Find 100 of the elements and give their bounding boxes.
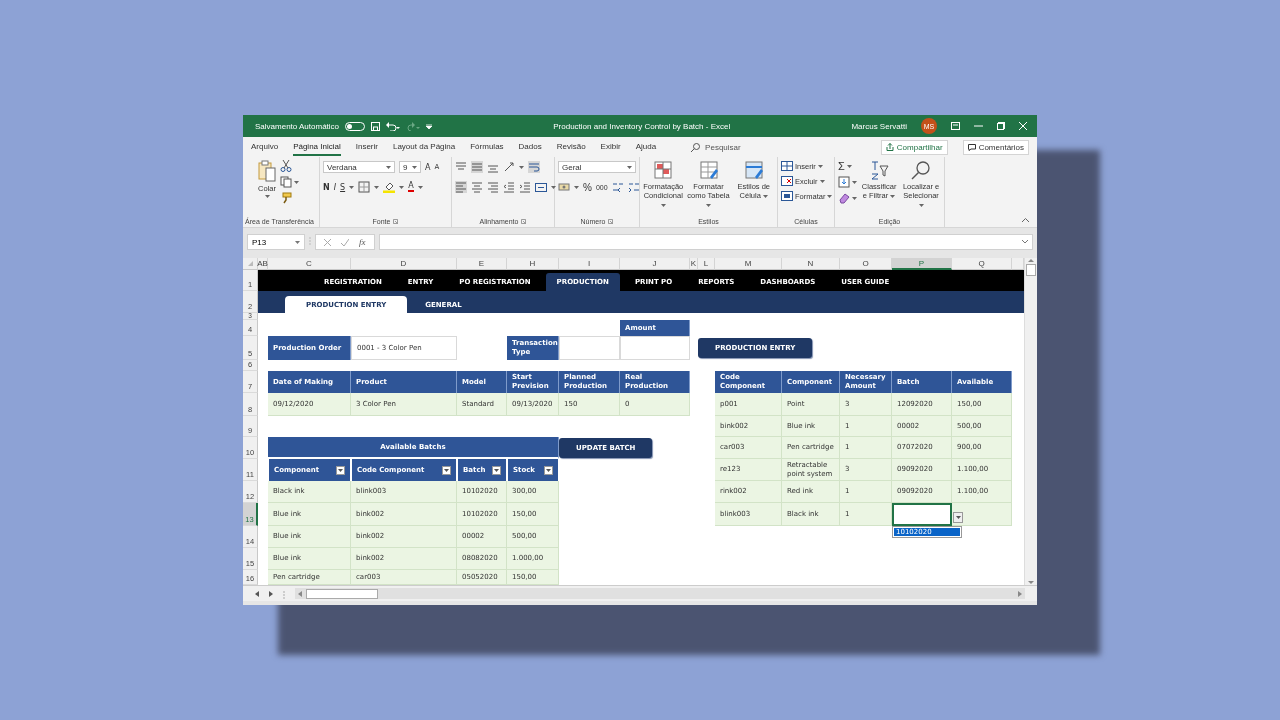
caret-icon	[819, 179, 825, 183]
wrap-text-icon[interactable]	[528, 161, 540, 173]
increase-font-button[interactable]: A	[425, 162, 431, 172]
align-top-icon[interactable]	[455, 161, 467, 173]
scroll-thumb[interactable]	[306, 588, 378, 599]
copy-icon[interactable]	[280, 176, 292, 188]
autosave-label: Salvamento Automático	[255, 121, 340, 131]
filter-button[interactable]	[492, 465, 501, 475]
scroll-right-icon[interactable]	[1018, 590, 1022, 597]
ribbon-tab[interactable]: Inserir	[355, 138, 378, 156]
column-header[interactable]: E	[457, 258, 507, 270]
caret-icon	[706, 204, 711, 207]
comments-button[interactable]: Comentários	[962, 139, 1029, 155]
search-icon[interactable]	[691, 142, 701, 152]
caret-icon	[890, 195, 896, 198]
user-name: Marcus Servatti	[851, 121, 907, 131]
ribbon-display-icon[interactable]	[951, 122, 960, 130]
dialog-launcher-icon[interactable]	[608, 218, 614, 224]
ribbon-tab[interactable]: Fórmulas	[470, 138, 504, 156]
align-middle-icon[interactable]	[471, 161, 483, 173]
filter-button[interactable]	[336, 465, 345, 475]
caret-icon	[349, 185, 355, 189]
merge-cells-icon[interactable]	[535, 181, 547, 193]
font-size-field[interactable]: 9	[399, 161, 421, 173]
scroll-up-icon[interactable]	[1028, 258, 1034, 262]
dropdown-button[interactable]	[953, 512, 963, 523]
decrease-indent-icon[interactable]	[503, 181, 515, 193]
ribbon-tab[interactable]: Exibir	[600, 138, 621, 156]
column-header[interactable]: O	[840, 258, 892, 270]
column-header[interactable]: M	[715, 258, 782, 270]
align-right-icon[interactable]	[487, 181, 499, 193]
insert-function-button[interactable]: fx	[359, 237, 366, 247]
filter-button[interactable]	[442, 465, 451, 475]
caret-icon	[660, 204, 666, 207]
ribbon-tab[interactable]: Ajuda	[635, 138, 657, 156]
column-header[interactable]: L	[698, 258, 715, 270]
maximize-icon[interactable]	[997, 122, 1005, 130]
enter-icon[interactable]	[341, 238, 349, 246]
name-box[interactable]: P13	[247, 234, 305, 250]
customize-toolbar-icon[interactable]	[426, 123, 433, 129]
eraser-icon[interactable]	[838, 192, 850, 204]
ribbon-tab[interactable]: Dados	[518, 138, 542, 156]
filter-button[interactable]	[544, 465, 553, 475]
italic-button[interactable]: I	[333, 182, 337, 192]
column-header[interactable]: C	[268, 258, 351, 270]
ribbon-tab[interactable]: Revisão	[556, 138, 586, 156]
dialog-launcher-icon[interactable]	[521, 218, 527, 224]
sheet-next-icon[interactable]	[269, 590, 273, 597]
scroll-left-icon[interactable]	[298, 590, 302, 597]
borders-icon[interactable]	[358, 181, 371, 193]
caret-icon	[338, 468, 343, 472]
redo-icon[interactable]	[406, 121, 421, 131]
increase-indent-icon[interactable]	[519, 181, 531, 193]
increase-decimal-icon[interactable]	[611, 181, 624, 193]
input-field[interactable]	[559, 336, 620, 360]
decrease-decimal-icon[interactable]	[627, 181, 640, 193]
align-center-icon[interactable]	[471, 181, 483, 193]
ribbon-tab[interactable]: Página Inicial	[293, 138, 341, 156]
currency-icon[interactable]	[558, 181, 570, 193]
minimize-icon[interactable]	[974, 122, 983, 130]
cut-icon[interactable]	[280, 160, 292, 172]
autosum-button[interactable]: Σ	[838, 160, 845, 172]
comment-icon	[967, 143, 976, 151]
caret-icon	[955, 516, 961, 519]
input-field[interactable]	[620, 336, 690, 360]
share-button[interactable]: Compartilhar	[880, 139, 948, 155]
number-format-field[interactable]: Geral	[558, 161, 636, 173]
expand-formula-icon[interactable]	[1022, 240, 1028, 244]
search-field[interactable]: Pesquisar	[705, 142, 741, 152]
format-painter-icon[interactable]	[280, 192, 292, 204]
orientation-icon[interactable]	[503, 161, 515, 173]
column-header[interactable]: I	[559, 258, 620, 270]
collapse-ribbon-icon[interactable]	[1022, 218, 1029, 222]
cells-icon	[781, 190, 793, 202]
font-name-field[interactable]: Verdana	[323, 161, 395, 173]
ribbon-tab[interactable]: Layout da Página	[392, 138, 456, 156]
underline-button[interactable]: S	[340, 182, 346, 192]
sheet-prev-icon[interactable]	[255, 590, 259, 597]
selected-cell[interactable]	[892, 503, 952, 526]
close-icon[interactable]	[1019, 122, 1027, 130]
cancel-icon[interactable]	[324, 238, 331, 246]
ribbon-tab[interactable]: Arquivo	[251, 138, 279, 156]
bold-button[interactable]: N	[323, 182, 330, 192]
column-header[interactable]: H	[507, 258, 559, 270]
scroll-thumb[interactable]	[1026, 264, 1036, 276]
align-left-icon[interactable]	[455, 181, 467, 193]
undo-icon[interactable]	[386, 121, 401, 131]
fill-color-icon[interactable]	[383, 181, 396, 193]
column-header[interactable]: D	[351, 258, 457, 270]
column-header[interactable]: Q	[952, 258, 1012, 270]
dialog-launcher-icon[interactable]	[393, 218, 399, 224]
save-icon[interactable]	[371, 121, 381, 131]
column-header[interactable]: J	[620, 258, 690, 270]
column-header[interactable]: P	[892, 258, 952, 270]
column-header[interactable]: N	[782, 258, 840, 270]
percent-button[interactable]: %	[583, 181, 592, 193]
fill-down-icon[interactable]	[838, 176, 850, 188]
font-color-button[interactable]: A	[408, 182, 414, 192]
formula-input[interactable]	[378, 234, 1033, 250]
caret-icon	[852, 196, 857, 200]
